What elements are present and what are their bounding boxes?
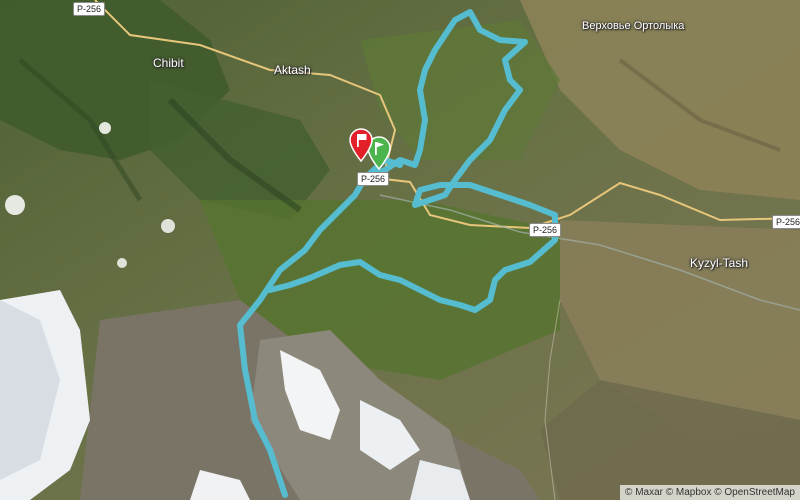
- map-attribution[interactable]: © Maxar © Mapbox © OpenStreetMap: [620, 485, 800, 500]
- road-shield: P-256: [529, 223, 562, 237]
- place-label-verkhovye-ortolyka: Верховье Ортолыка: [582, 20, 685, 32]
- satellite-map[interactable]: Chibit Aktash Верховье Ортолыка Kyzyl-Ta…: [0, 0, 800, 500]
- route-layer: [237, 9, 558, 498]
- place-label-aktash: Aktash: [274, 63, 311, 77]
- road-shield: P-256: [357, 172, 390, 186]
- road-shield: P-256: [772, 215, 800, 229]
- road-shield: P-256: [73, 2, 106, 16]
- route-track: [237, 9, 558, 498]
- place-label-chibit: Chibit: [153, 56, 184, 70]
- place-label-kyzyl-tash: Kyzyl-Tash: [690, 256, 749, 270]
- finish-flag-icon[interactable]: [348, 128, 374, 163]
